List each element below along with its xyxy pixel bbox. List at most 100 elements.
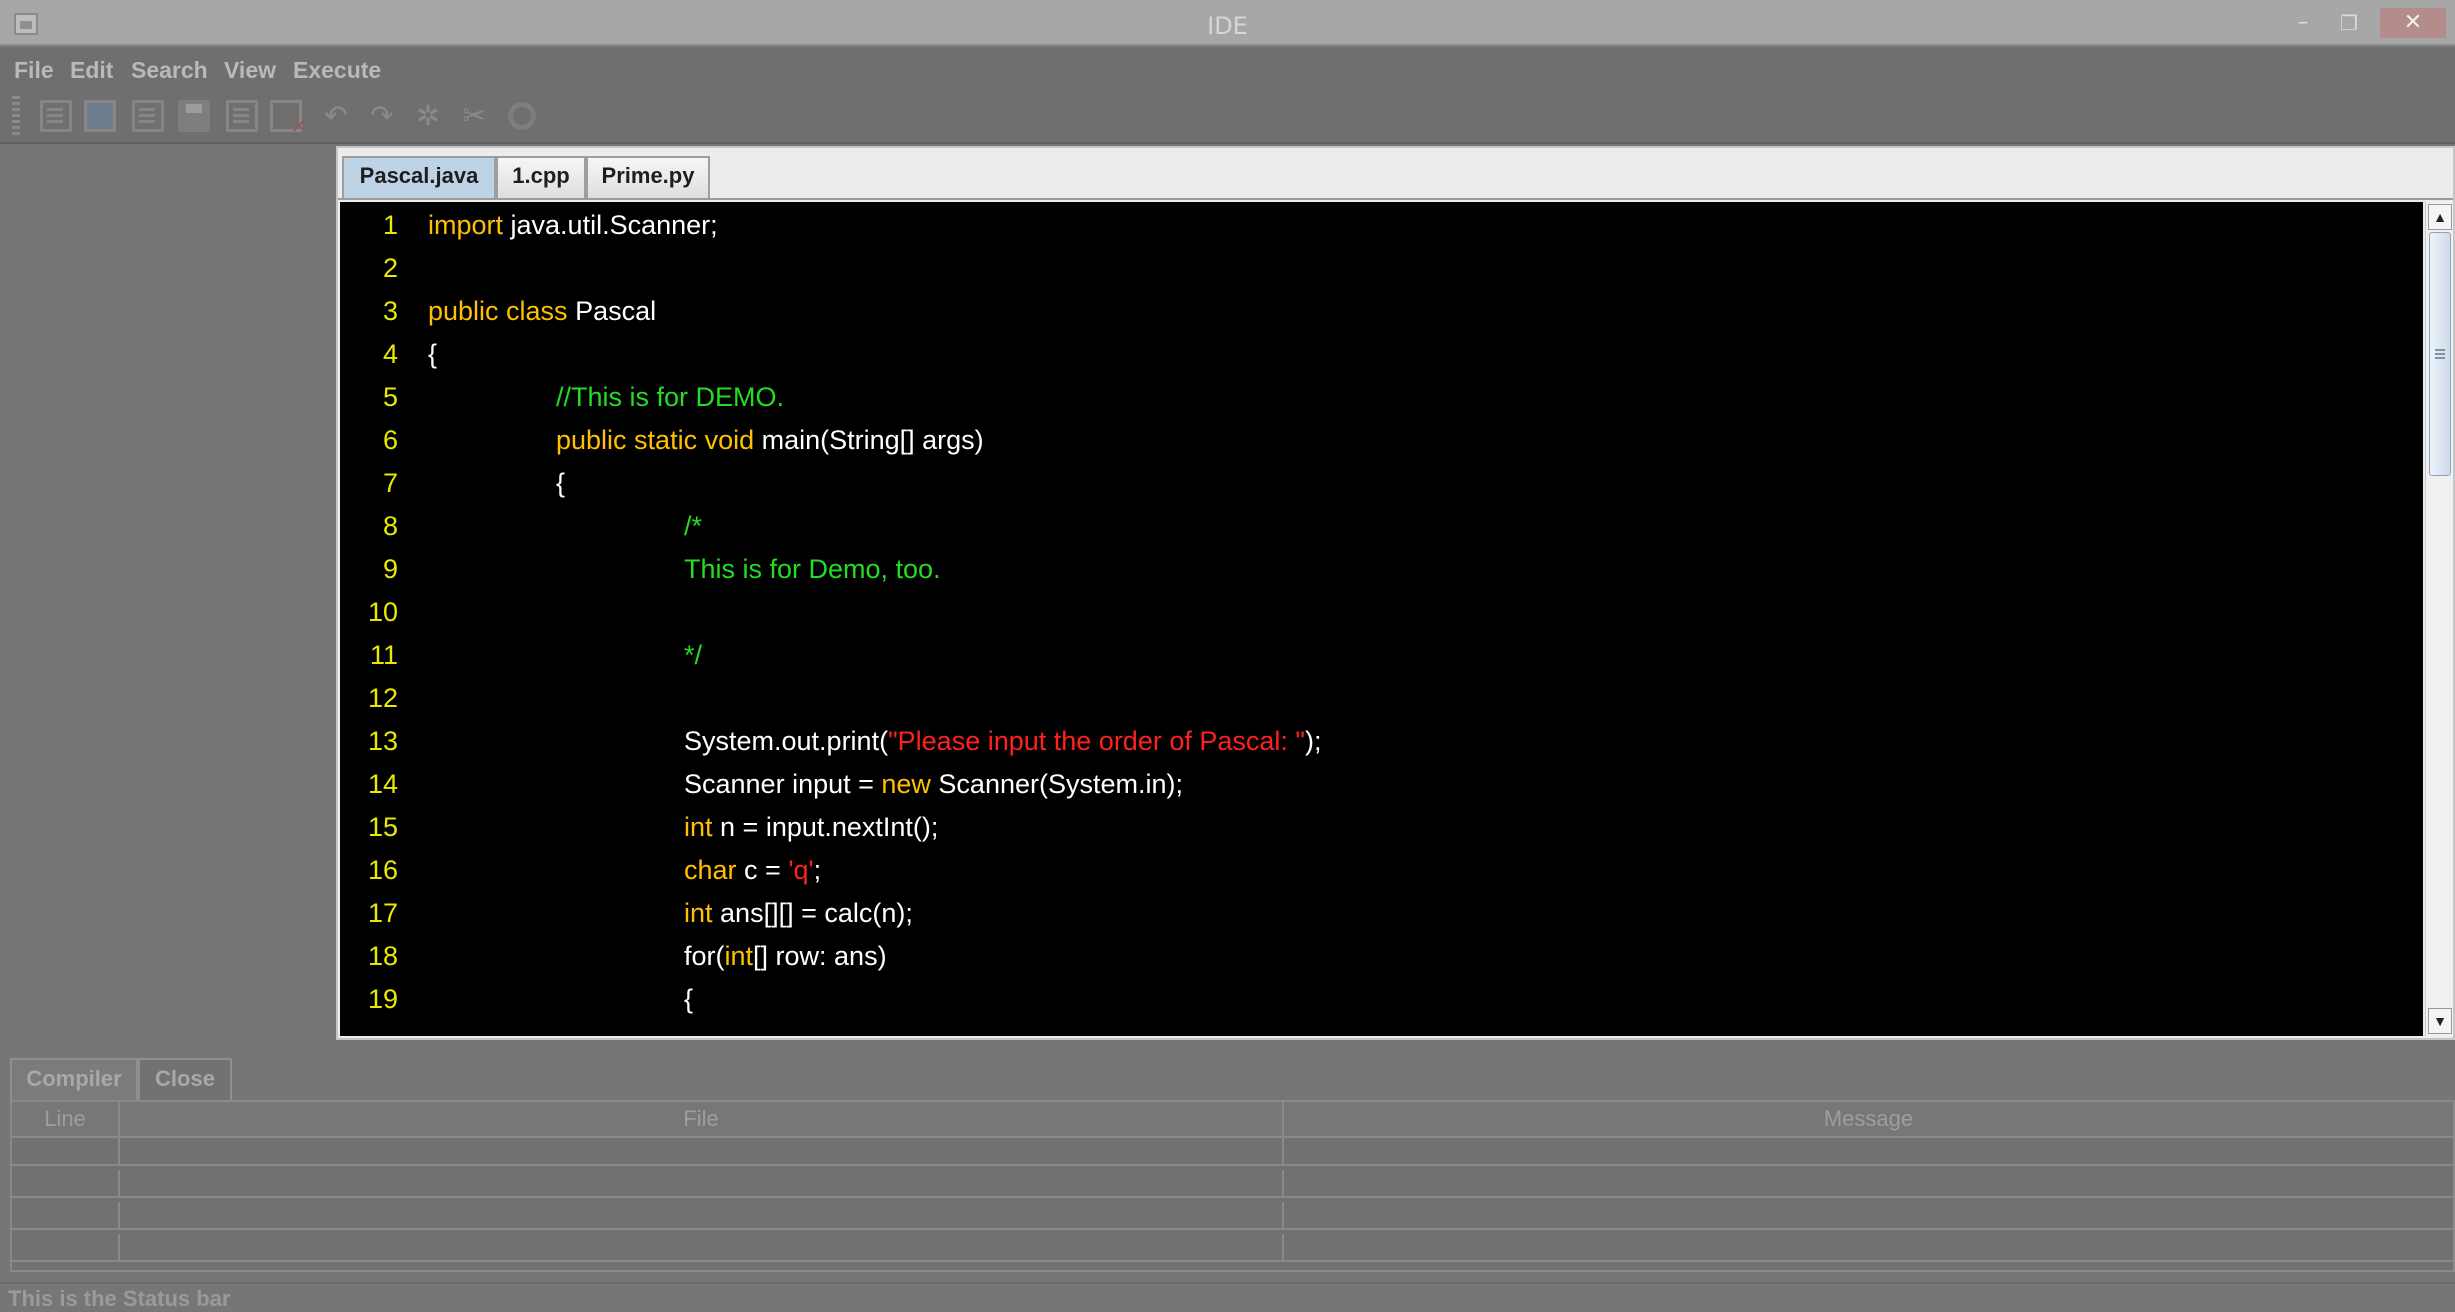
- column-header-line[interactable]: Line: [12, 1102, 120, 1138]
- code-line[interactable]: 7{: [340, 468, 2423, 511]
- line-number: 19: [367, 984, 398, 1014]
- code-string: "Please input the order of Pascal: ": [888, 726, 1305, 756]
- table-cell[interactable]: [1284, 1202, 2453, 1230]
- line-number: 3: [382, 296, 398, 326]
- code-line[interactable]: 12: [340, 683, 2423, 726]
- code-text: {: [556, 468, 565, 499]
- code-line[interactable]: 15 int n = input.nextInt();: [340, 812, 2423, 855]
- code-line[interactable]: 9 This is for Demo, too.: [340, 554, 2423, 597]
- table-cell[interactable]: [12, 1234, 120, 1262]
- close-file-icon[interactable]: [270, 100, 307, 139]
- status-text: This is the Status bar: [8, 1286, 231, 1311]
- code-line[interactable]: 8 /*: [340, 511, 2423, 554]
- table-cell[interactable]: [1284, 1234, 2453, 1262]
- editor-vertical-scrollbar[interactable]: ▲ ▼: [2425, 202, 2453, 1036]
- toolbar-grip-handle[interactable]: [12, 96, 20, 136]
- column-header-message[interactable]: Message: [1284, 1102, 2453, 1138]
- code-text: //This is for DEMO.: [556, 382, 784, 413]
- menu-view[interactable]: View: [224, 57, 276, 84]
- table-cell[interactable]: [120, 1170, 1284, 1198]
- tab-compiler[interactable]: Compiler: [10, 1058, 138, 1100]
- code-line[interactable]: 13 System.out.print("Please input the ord…: [340, 726, 2423, 769]
- code-text: public class Pascal: [428, 296, 656, 327]
- open-window-icon[interactable]: [84, 100, 116, 132]
- code-text: System.out.print("Please input the order…: [684, 726, 1321, 757]
- code-editor[interactable]: 1 import java.util.Scanner; 2 3 public class…: [340, 202, 2423, 1036]
- restore-button[interactable]: ❐: [2332, 8, 2366, 38]
- code-token: Pascal: [567, 296, 657, 326]
- line-number: 8: [382, 511, 398, 541]
- line-number: 7: [382, 468, 398, 498]
- tab-prime-py[interactable]: Prime.py: [586, 156, 710, 198]
- code-token: java.util.Scanner;: [503, 210, 718, 240]
- code-line[interactable]: 6 public static void main(String[] args): [340, 425, 2423, 468]
- code-line[interactable]: 14 Scanner input = new Scanner(System.in)…: [340, 769, 2423, 812]
- code-line[interactable]: 3 public class Pascal: [340, 296, 2423, 339]
- code-text: int ans[][] = calc(n);: [684, 898, 913, 929]
- code-line[interactable]: 4{: [340, 339, 2423, 382]
- line-number: 5: [382, 382, 398, 412]
- menu-search[interactable]: Search: [131, 57, 208, 84]
- column-header-file[interactable]: File: [120, 1102, 1284, 1138]
- redo-icon[interactable]: ↷: [366, 100, 398, 132]
- table-cell[interactable]: [1284, 1170, 2453, 1198]
- run-icon[interactable]: [508, 102, 536, 130]
- tab-pascal-java[interactable]: Pascal.java: [342, 156, 496, 198]
- project-pane: [0, 146, 336, 1048]
- table-cell[interactable]: [12, 1202, 120, 1230]
- line-number: 16: [367, 855, 398, 885]
- editor-panel: Pascal.java 1.cpp Prime.py 1 import java.…: [336, 146, 2455, 1040]
- build-tools-icon[interactable]: ✂: [458, 100, 490, 132]
- code-comment: This is for Demo, too.: [684, 554, 941, 584]
- code-text: public static void main(String[] args): [556, 425, 984, 456]
- menu-edit[interactable]: Edit: [70, 57, 113, 84]
- open-file-icon[interactable]: [132, 100, 164, 132]
- code-keyword: char: [684, 855, 737, 885]
- settings-icon[interactable]: ✲: [412, 100, 444, 132]
- table-cell[interactable]: [120, 1138, 1284, 1166]
- line-number: 18: [367, 941, 398, 971]
- close-window-button[interactable]: ✕: [2380, 8, 2446, 38]
- save-as-icon[interactable]: [226, 100, 258, 132]
- code-line[interactable]: 1 import java.util.Scanner;: [340, 210, 2423, 253]
- tab-close[interactable]: Close: [138, 1058, 232, 1100]
- code-line[interactable]: 19 {: [340, 984, 2423, 1027]
- scroll-up-arrow-icon[interactable]: ▲: [2428, 204, 2452, 230]
- line-number: 11: [369, 640, 398, 670]
- code-line[interactable]: 5 //This is for DEMO.: [340, 382, 2423, 425]
- code-line[interactable]: 11 */: [340, 640, 2423, 683]
- menu-file[interactable]: File: [14, 57, 54, 84]
- table-cell[interactable]: [1284, 1138, 2453, 1166]
- undo-icon[interactable]: ↶: [320, 100, 352, 132]
- code-token: {: [684, 984, 694, 1014]
- code-line[interactable]: 18 for(int[] row: ans): [340, 941, 2423, 984]
- minimize-button[interactable]: –: [2286, 8, 2320, 38]
- code-line[interactable]: 16 char c = 'q';: [340, 855, 2423, 898]
- code-keyword: import: [428, 210, 504, 240]
- code-string: 'q': [788, 855, 814, 885]
- code-token: c =: [736, 855, 789, 885]
- line-number: 12: [367, 683, 398, 713]
- table-cell[interactable]: [12, 1138, 120, 1166]
- code-token: {: [428, 339, 438, 369]
- save-icon[interactable]: [178, 100, 210, 132]
- code-text: {: [684, 984, 693, 1015]
- line-number: 14: [367, 769, 398, 799]
- tab-1-cpp[interactable]: 1.cpp: [496, 156, 586, 198]
- scrollbar-thumb[interactable]: [2429, 232, 2451, 476]
- line-number: 6: [382, 425, 398, 455]
- table-cell[interactable]: [12, 1170, 120, 1198]
- code-line[interactable]: 2: [340, 253, 2423, 296]
- code-line[interactable]: 17 int ans[][] = calc(n);: [340, 898, 2423, 941]
- scroll-down-arrow-icon[interactable]: ▼: [2428, 1008, 2452, 1034]
- new-file-icon[interactable]: [40, 100, 72, 132]
- code-comment: */: [684, 640, 703, 670]
- menu-execute[interactable]: Execute: [293, 57, 381, 84]
- window-title: IDE: [1207, 12, 1248, 40]
- compiler-messages-table: Line File Message: [10, 1100, 2455, 1272]
- code-token: );: [1304, 726, 1322, 756]
- line-number: 17: [367, 898, 398, 928]
- code-line[interactable]: 10: [340, 597, 2423, 640]
- table-cell[interactable]: [120, 1202, 1284, 1230]
- table-cell[interactable]: [120, 1234, 1284, 1262]
